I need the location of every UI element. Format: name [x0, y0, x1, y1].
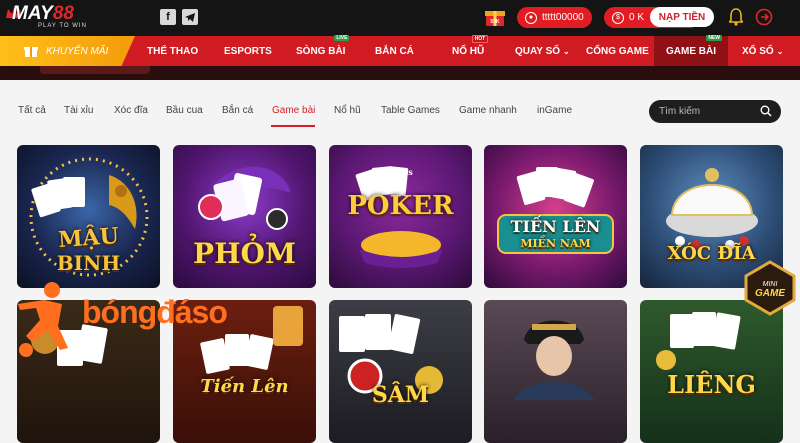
game-card-tien-len-mien-nam[interactable]: TIẾN LÊN MIỀN NAM — [484, 145, 627, 288]
deposit-button[interactable]: NẠP TIỀN — [650, 7, 714, 27]
nav-item-sports[interactable]: THỂ THAO — [147, 36, 198, 66]
brand-logo[interactable]: MAY88 PLAY TO WIN — [6, 3, 120, 33]
game-card-lieng[interactable]: LIÊNG — [640, 300, 783, 443]
mini-game-label-a: MINI — [763, 281, 778, 288]
gift-box-label: 50K — [490, 19, 500, 25]
nav-item-fishing[interactable]: BẮN CÁ — [375, 36, 414, 66]
facebook-icon[interactable]: f — [160, 9, 176, 25]
nav-item-lottery[interactable]: XỔ SỐ ⌄ — [742, 36, 783, 66]
nav-item-card-games[interactable]: GAME BÀI NEW — [654, 35, 728, 66]
filter-tab-xoc-dia[interactable]: Xóc đĩa — [114, 105, 148, 116]
dealer-artwork — [514, 320, 594, 400]
user-account-button[interactable]: ● ttttt00000 — [517, 7, 592, 28]
game-title: Tiến Lên — [200, 376, 289, 397]
filter-tab-tai-xiu[interactable]: Tài xỉu — [64, 105, 93, 116]
game-card-mau-binh[interactable]: MẬU BINH — [17, 145, 160, 288]
search-input[interactable] — [659, 106, 754, 117]
game-title: SÂM — [371, 382, 430, 408]
game-title: TIẾN LÊN — [510, 217, 601, 236]
search-icon[interactable] — [760, 105, 772, 117]
mini-game-button[interactable]: MINI GAME — [742, 260, 798, 316]
nav-promotions-label: KHUYẾN MÃI — [46, 45, 109, 57]
filter-tab-ban-ca[interactable]: Bắn cá — [222, 105, 253, 116]
filter-tab-bau-cua[interactable]: Bầu cua — [166, 105, 203, 116]
game-card-texas-poker[interactable]: Texas POKER — [329, 145, 472, 288]
balance-value: 0 K — [629, 12, 645, 23]
game-title-line-2: MIỀN NAM — [520, 237, 591, 250]
active-tab-indicator — [271, 125, 315, 127]
filter-tab-table-games[interactable]: Table Games — [381, 105, 440, 116]
chevron-down-icon: ⌄ — [776, 46, 784, 56]
game-subtitle: Texas — [388, 167, 413, 177]
football-player-icon — [18, 282, 68, 357]
hot-badge: HOT — [471, 35, 489, 43]
main-navigation: KHUYẾN MÃI THỂ THAO ESPORTS SÒNG BÀI LIVE… — [0, 35, 800, 66]
watermark-text: bóngđáso — [82, 294, 228, 330]
coin-icon: $ — [612, 11, 624, 24]
game-card-row2-4[interactable] — [484, 300, 627, 443]
filter-tab-game-nhanh[interactable]: Game nhanh — [459, 105, 517, 116]
nav-item-casino[interactable]: SÒNG BÀI LIVE — [296, 35, 350, 66]
game-card-phom[interactable]: PHỎM — [173, 145, 316, 288]
nav-promotions[interactable]: KHUYẾN MÃI — [0, 36, 135, 66]
new-badge: NEW — [706, 35, 722, 41]
gift-box-icon[interactable]: 50K — [484, 6, 506, 28]
top-bar: MAY88 PLAY TO WIN f 50K ● ttttt00000 $ 0… — [0, 0, 800, 36]
nav-item-esports[interactable]: ESPORTS — [224, 36, 272, 66]
nav-item-lottery-draw[interactable]: QUAY SỐ ⌄ — [515, 36, 570, 66]
gift-icon — [24, 47, 38, 57]
chevron-down-icon: ⌄ — [563, 46, 570, 56]
search-box — [649, 100, 781, 123]
watermark-overlay: bóngđáso — [6, 280, 281, 360]
game-title: PHỎM — [193, 237, 296, 270]
live-badge: LIVE — [334, 35, 350, 41]
user-icon: ● — [525, 11, 537, 24]
username: ttttt00000 — [542, 12, 584, 23]
brand-name: MAY88 — [12, 3, 74, 24]
filter-tab-all[interactable]: Tất cả — [18, 105, 46, 116]
game-card-sam[interactable]: SÂM — [329, 300, 472, 443]
game-title: POKER — [347, 191, 454, 221]
filter-tab-game-bai[interactable]: Game bài — [272, 105, 315, 116]
filter-tab-ingame[interactable]: inGame — [537, 105, 572, 116]
sam-artwork — [339, 314, 443, 394]
telegram-icon[interactable] — [182, 9, 198, 25]
brand-tagline: PLAY TO WIN — [38, 23, 87, 29]
logout-icon[interactable] — [755, 8, 773, 26]
filter-tab-no-hu[interactable]: Nổ hũ — [334, 105, 361, 116]
category-filter-bar: Tất cả Tài xỉu Xóc đĩa Bầu cua Bắn cá Ga… — [0, 80, 800, 136]
nav-item-game-portal[interactable]: CỔNG GAME — [586, 36, 649, 66]
banner-strip — [0, 66, 800, 80]
game-title-line-2: BINH — [56, 251, 121, 275]
bell-icon[interactable] — [729, 8, 743, 26]
nav-item-slots[interactable]: NỔ HŨ HOT — [452, 35, 489, 66]
game-title: LIÊNG — [667, 370, 756, 399]
mini-game-label-b: GAME — [755, 288, 785, 299]
